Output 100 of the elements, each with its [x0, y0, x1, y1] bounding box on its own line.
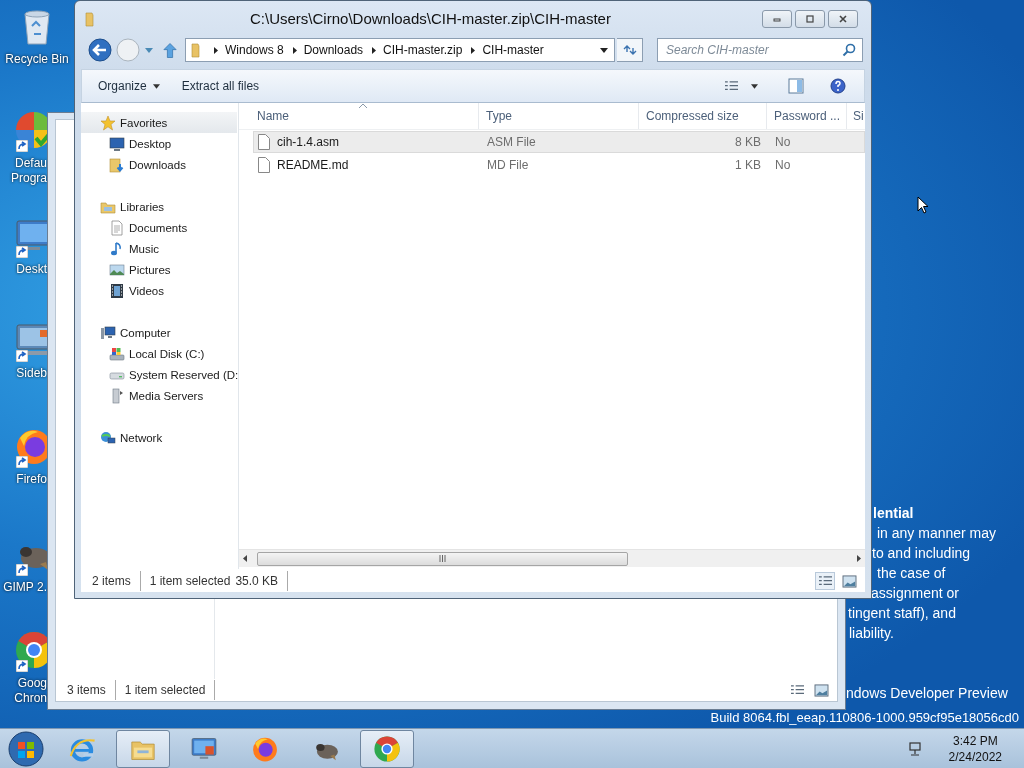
breadcrumb-item[interactable]: Windows 8: [225, 43, 284, 57]
list-view-icon: [724, 79, 739, 93]
nav-item[interactable]: Music: [81, 238, 237, 259]
address-bar[interactable]: Windows 8 Downloads CIH-master.zip CIH-master: [185, 38, 615, 62]
nav-item[interactable]: Desktop: [81, 133, 237, 154]
monitor-icon: [109, 135, 125, 152]
status-text: 3 items: [67, 680, 116, 700]
scrollbar-thumb[interactable]: [257, 551, 628, 566]
desktop-icon-label[interactable]: Firefo: [0, 472, 47, 487]
nav-item[interactable]: Favorites: [81, 112, 237, 133]
computer-icon: [100, 324, 116, 341]
nav-item[interactable]: Videos: [81, 280, 237, 301]
file-icon: [258, 157, 270, 173]
desktop-notice-text: the case of: [877, 565, 946, 582]
right-arrow-icon[interactable]: [857, 555, 861, 562]
download-folder-icon: [109, 156, 125, 173]
taskbar-app-button[interactable]: [360, 729, 414, 768]
network-icon[interactable]: [907, 740, 924, 757]
table-cell-text: 1 KB: [734, 158, 762, 172]
file-row[interactable]: README.md MD File 1 KB No: [253, 154, 865, 176]
build-info-text: Build 8064.fbl_eeap.110806-1000.959cf95e18056cd0: [710, 709, 1019, 726]
left-arrow-icon[interactable]: [243, 555, 247, 562]
server-icon: [109, 387, 125, 404]
nav-item[interactable]: Local Disk (C:): [81, 343, 237, 364]
dropdown-caret-icon[interactable]: [600, 47, 608, 53]
command-button[interactable]: Organize: [90, 75, 168, 97]
large-icons-view-button[interactable]: [811, 681, 831, 699]
shortcut-arrow-icon: [16, 564, 28, 576]
file-row[interactable]: cih-1.4.asm ASM File 8 KB No: [253, 131, 865, 153]
desktop-icon-label[interactable]: GIMP 2.: [0, 580, 47, 595]
column-header[interactable]: Type: [479, 103, 639, 129]
details-view-button[interactable]: [815, 572, 835, 590]
nav-item[interactable]: Media Servers: [81, 385, 237, 406]
column-header[interactable]: Compressed size: [639, 103, 767, 129]
shortcut-arrow-icon: [16, 140, 28, 152]
minimize-button[interactable]: [762, 10, 792, 28]
chevron-icon[interactable]: [214, 46, 218, 54]
column-header[interactable]: Name: [239, 103, 479, 129]
column-header[interactable]: Password ...: [767, 103, 847, 129]
nav-item[interactable]: Network: [81, 427, 237, 448]
horizontal-scrollbar[interactable]: [239, 549, 865, 567]
breadcrumb-item[interactable]: Downloads: [303, 43, 364, 57]
mouse-pointer-icon: [917, 196, 929, 214]
selection-size-text: 35.0 KB: [235, 571, 289, 591]
refresh-icon: [621, 44, 638, 56]
image-icon: [841, 574, 857, 588]
desktop-notice-text: in any manner may: [877, 525, 997, 542]
desktop-icon-label[interactable]: Recycle Bin: [5, 52, 69, 67]
caret-icon[interactable]: [145, 47, 153, 53]
film-strip-icon: [109, 282, 125, 299]
selection-status-text: 1 item selected: [149, 573, 232, 590]
image-icon: [813, 683, 829, 697]
drive-icon: [109, 345, 125, 362]
table-cell-text: 8 KB: [734, 135, 762, 149]
clock-date: 2/24/2022: [948, 748, 1002, 765]
nav-item[interactable]: System Reserved (D:: [81, 364, 237, 385]
window-title: C:\Users\Cirno\Downloads\CIH-master.zip\CIH-master: [249, 10, 612, 27]
list-view-icon: [817, 574, 833, 588]
file-name: cih-1.4.asm: [277, 135, 340, 149]
help-icon[interactable]: [830, 78, 846, 94]
chevron-icon[interactable]: [292, 46, 297, 54]
status-text: 1 item selected: [124, 680, 216, 700]
shortcut-arrow-icon: [16, 456, 28, 468]
desktop-icon-label[interactable]: Defau Progra: [0, 156, 47, 186]
chevron-icon[interactable]: [372, 46, 377, 54]
close-icon: [837, 15, 849, 23]
nav-item[interactable]: Documents: [81, 217, 237, 238]
command-button[interactable]: Extract all files: [173, 75, 268, 97]
table-cell-text: MD File: [486, 158, 530, 172]
refresh-button[interactable]: [617, 38, 643, 62]
item-count-text: 2 items: [92, 571, 141, 591]
nav-item[interactable]: Computer: [81, 322, 237, 343]
large-icons-view-button[interactable]: [839, 572, 859, 590]
caret-icon: [751, 83, 758, 89]
search-icon: [842, 43, 856, 57]
list-view-icon: [789, 683, 805, 697]
desktop-notice-text: tingent staff), and: [848, 605, 956, 622]
desktop-notice-text: to and including: [872, 545, 971, 562]
up-arrow-icon[interactable]: [163, 41, 177, 59]
breadcrumb-item[interactable]: CIH-master.zip: [383, 43, 463, 57]
search-field[interactable]: Search CIH-master: [657, 38, 863, 62]
desktop-notice-text: lential: [873, 505, 914, 522]
nav-item[interactable]: Libraries: [81, 196, 237, 217]
nav-item[interactable]: Downloads: [81, 154, 237, 175]
chrome-icon: [373, 734, 401, 763]
desktop-notice-text: liability.: [849, 625, 894, 642]
caret-icon: [152, 83, 160, 89]
chevron-icon[interactable]: [471, 46, 476, 54]
column-header[interactable]: Si: [847, 103, 865, 129]
document-icon: [109, 219, 125, 236]
clock[interactable]: 3:42 PM 2/24/2022: [948, 732, 1002, 765]
desktop-icon-label[interactable]: Goog Chron: [0, 676, 47, 706]
nav-item[interactable]: Pictures: [81, 259, 237, 280]
maximize-icon: [804, 15, 816, 23]
clock-time: 3:42 PM: [952, 732, 998, 749]
breadcrumb-item[interactable]: CIH-master: [482, 43, 544, 57]
close-button[interactable]: [828, 10, 858, 28]
table-cell-text: No: [774, 158, 792, 172]
taskbar-app-button[interactable]: [116, 729, 170, 768]
back-button[interactable]: [87, 37, 113, 63]
